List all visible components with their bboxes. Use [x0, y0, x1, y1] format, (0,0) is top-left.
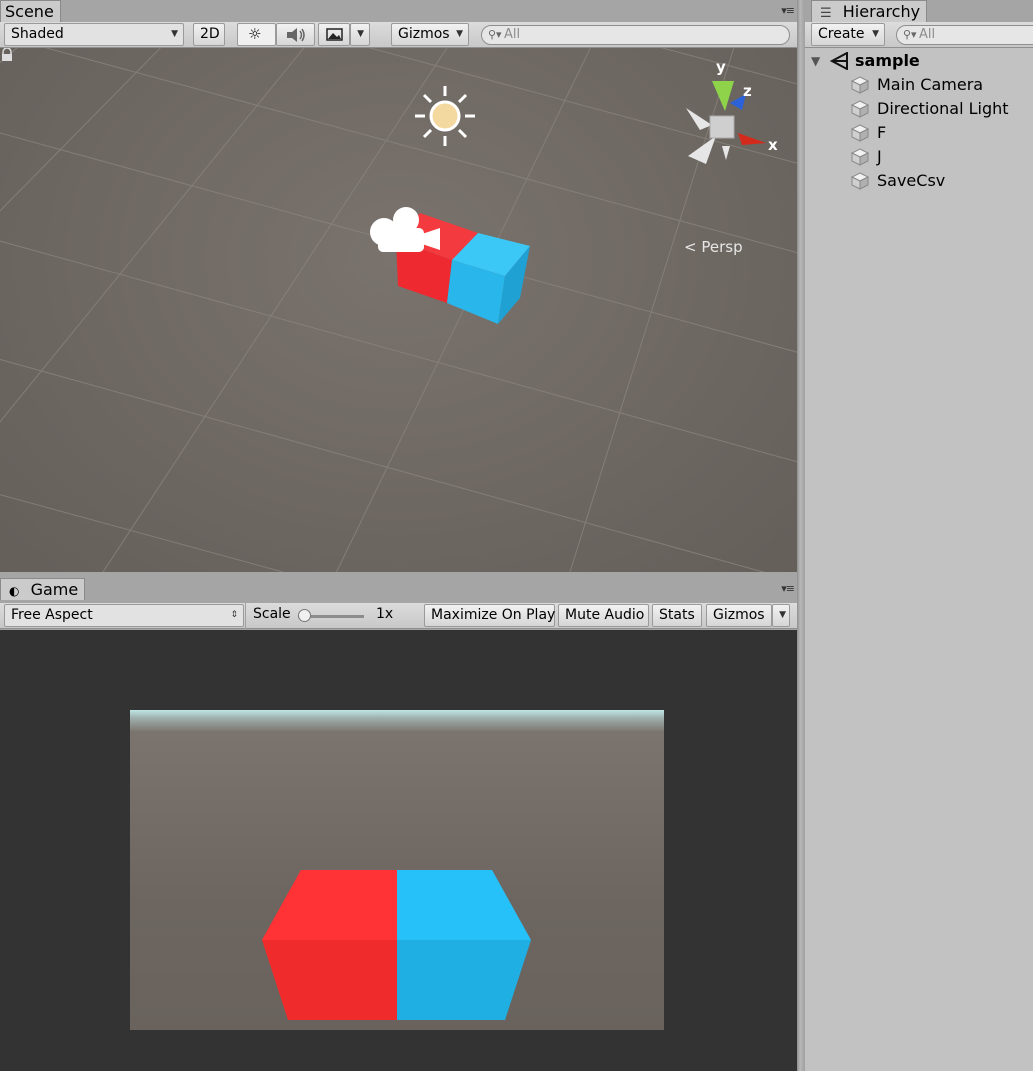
scene-toolbar: Shaded ▼ 2D ☼ ▼ Gizmos ▼ ⚲▾ All	[0, 22, 800, 48]
chevron-down-icon: ▼	[357, 29, 364, 39]
tab-game[interactable]: ◐ Game	[0, 578, 86, 600]
hierarchy-tab-strip: ☰ Hierarchy	[805, 0, 1033, 22]
scale-slider-thumb[interactable]	[298, 609, 311, 622]
chevron-down-icon: ▼	[872, 29, 879, 39]
tab-hierarchy[interactable]: ☰ Hierarchy	[811, 0, 928, 22]
game-viewport[interactable]	[0, 630, 797, 1071]
image-icon	[326, 28, 343, 41]
panel-divider[interactable]	[797, 0, 805, 1071]
scale-value: 1x	[376, 606, 394, 622]
scale-label: Scale	[253, 606, 291, 622]
create-dropdown[interactable]: Create ▼	[811, 23, 885, 46]
search-placeholder: All	[504, 27, 521, 42]
scene-effects-toggle[interactable]	[318, 23, 350, 46]
game-gizmos-dropdown[interactable]: ▼	[772, 604, 790, 627]
aspect-dropdown[interactable]: Free Aspect ⇕	[4, 604, 244, 627]
list-icon: ☰	[820, 6, 832, 21]
search-icon: ⚲▾	[903, 28, 917, 41]
updown-arrow-icon: ⇕	[230, 610, 238, 620]
axis-y-label: y	[716, 58, 726, 76]
create-label: Create	[818, 26, 865, 42]
gameobject-cube-icon	[851, 124, 869, 142]
hierarchy-item-label: Directional Light	[877, 99, 1009, 118]
hierarchy-item[interactable]: Main Camera	[805, 73, 1033, 97]
toolbar-divider	[245, 603, 246, 629]
scene-gizmos-dropdown[interactable]: Gizmos ▼	[391, 23, 469, 46]
axis-z-label: z	[743, 82, 752, 100]
game-cube-j-front	[397, 940, 531, 1020]
gameobject-cube-icon	[851, 100, 869, 118]
scene-tab-strip: Scene ▾≡	[0, 0, 800, 22]
stats-toggle[interactable]: Stats	[652, 604, 702, 627]
game-tab-strip: ◐ Game ▾≡	[0, 578, 800, 600]
hierarchy-item-label: SaveCsv	[877, 171, 946, 190]
game-gizmos-toggle[interactable]: Gizmos	[706, 604, 772, 627]
tab-hierarchy-label: Hierarchy	[842, 2, 921, 21]
gameobject-cube-icon	[851, 76, 869, 94]
unity-scene-icon	[830, 52, 848, 70]
directional-light-gizmo-icon[interactable]	[415, 86, 475, 146]
scene-panel: Scene ▾≡ Shaded ▼ 2D ☼ ▼ Gizmos ▼ ⚲▾ All…	[0, 0, 800, 576]
chevron-down-icon: ▼	[456, 29, 463, 39]
panel-menu-icon[interactable]: ▾≡	[781, 582, 795, 595]
projection-label: Persp	[701, 238, 743, 256]
scene-lighting-toggle[interactable]: ☼	[237, 23, 276, 46]
projection-toggle[interactable]: < Persp	[684, 238, 743, 256]
chevron-left-icon: <	[684, 238, 697, 256]
hierarchy-item-label: Main Camera	[877, 75, 984, 94]
hierarchy-panel: ☰ Hierarchy Create ▼ ⚲▾ All ▼ sample Mai…	[805, 0, 1033, 1071]
hierarchy-item[interactable]: Directional Light	[805, 97, 1033, 121]
tab-scene[interactable]: Scene	[0, 0, 61, 22]
scene-search-input[interactable]: ⚲▾ All	[481, 25, 790, 45]
game-cube-j-top	[397, 870, 531, 940]
lock-icon[interactable]	[0, 48, 14, 62]
fold-arrow-icon[interactable]: ▼	[811, 48, 820, 74]
maximize-on-play-toggle[interactable]: Maximize On Play	[424, 604, 555, 627]
gizmos-label: Gizmos	[398, 26, 450, 42]
speaker-icon	[287, 28, 305, 42]
scene-name: sample	[855, 51, 920, 70]
effects-dropdown[interactable]: ▼	[350, 23, 370, 46]
hierarchy-search-input[interactable]: ⚲▾ All	[896, 25, 1033, 45]
hierarchy-item-label: J	[877, 147, 882, 166]
scene-grid: y z x	[0, 48, 797, 572]
game-cube-f-top	[262, 870, 397, 940]
game-controller-icon: ◐	[9, 584, 20, 598]
scene-viewport[interactable]: y z x < Persp	[0, 48, 797, 572]
shading-mode-dropdown[interactable]: Shaded ▼	[4, 23, 184, 46]
shading-mode-value: Shaded	[11, 26, 64, 42]
game-toolbar: Free Aspect ⇕ Scale 1x Maximize On Play …	[0, 603, 800, 629]
hierarchy-item[interactable]: J	[805, 145, 1033, 169]
scale-slider[interactable]	[298, 609, 364, 622]
gameobject-cube-icon	[851, 148, 869, 166]
toggle-2d-button[interactable]: 2D	[193, 23, 225, 46]
axis-x-label: x	[768, 136, 778, 154]
mute-audio-toggle[interactable]: Mute Audio	[558, 604, 649, 627]
game-render	[262, 870, 531, 1020]
hierarchy-item-label: F	[877, 123, 887, 142]
panel-menu-icon[interactable]: ▾≡	[781, 4, 795, 17]
game-render-frame	[130, 710, 664, 1030]
hierarchy-item[interactable]: F	[805, 121, 1033, 145]
scene-root-item[interactable]: ▼ sample	[805, 48, 1033, 74]
search-icon: ⚲▾	[488, 28, 502, 41]
hierarchy-item[interactable]: SaveCsv	[805, 169, 1033, 193]
gameobject-cube-icon	[851, 172, 869, 190]
game-panel: ◐ Game ▾≡ Free Aspect ⇕ Scale 1x Maximiz…	[0, 576, 800, 1071]
sun-icon: ☼	[248, 25, 262, 43]
hierarchy-toolbar: Create ▼ ⚲▾ All	[805, 22, 1033, 48]
aspect-value: Free Aspect	[11, 607, 93, 623]
orientation-gizmo-icon[interactable]: y z x	[686, 58, 778, 164]
scene-audio-toggle[interactable]	[276, 23, 315, 46]
search-placeholder: All	[919, 27, 936, 42]
chevron-down-icon: ▼	[779, 610, 786, 620]
tab-game-label: Game	[30, 580, 79, 599]
chevron-down-icon: ▼	[171, 29, 178, 39]
